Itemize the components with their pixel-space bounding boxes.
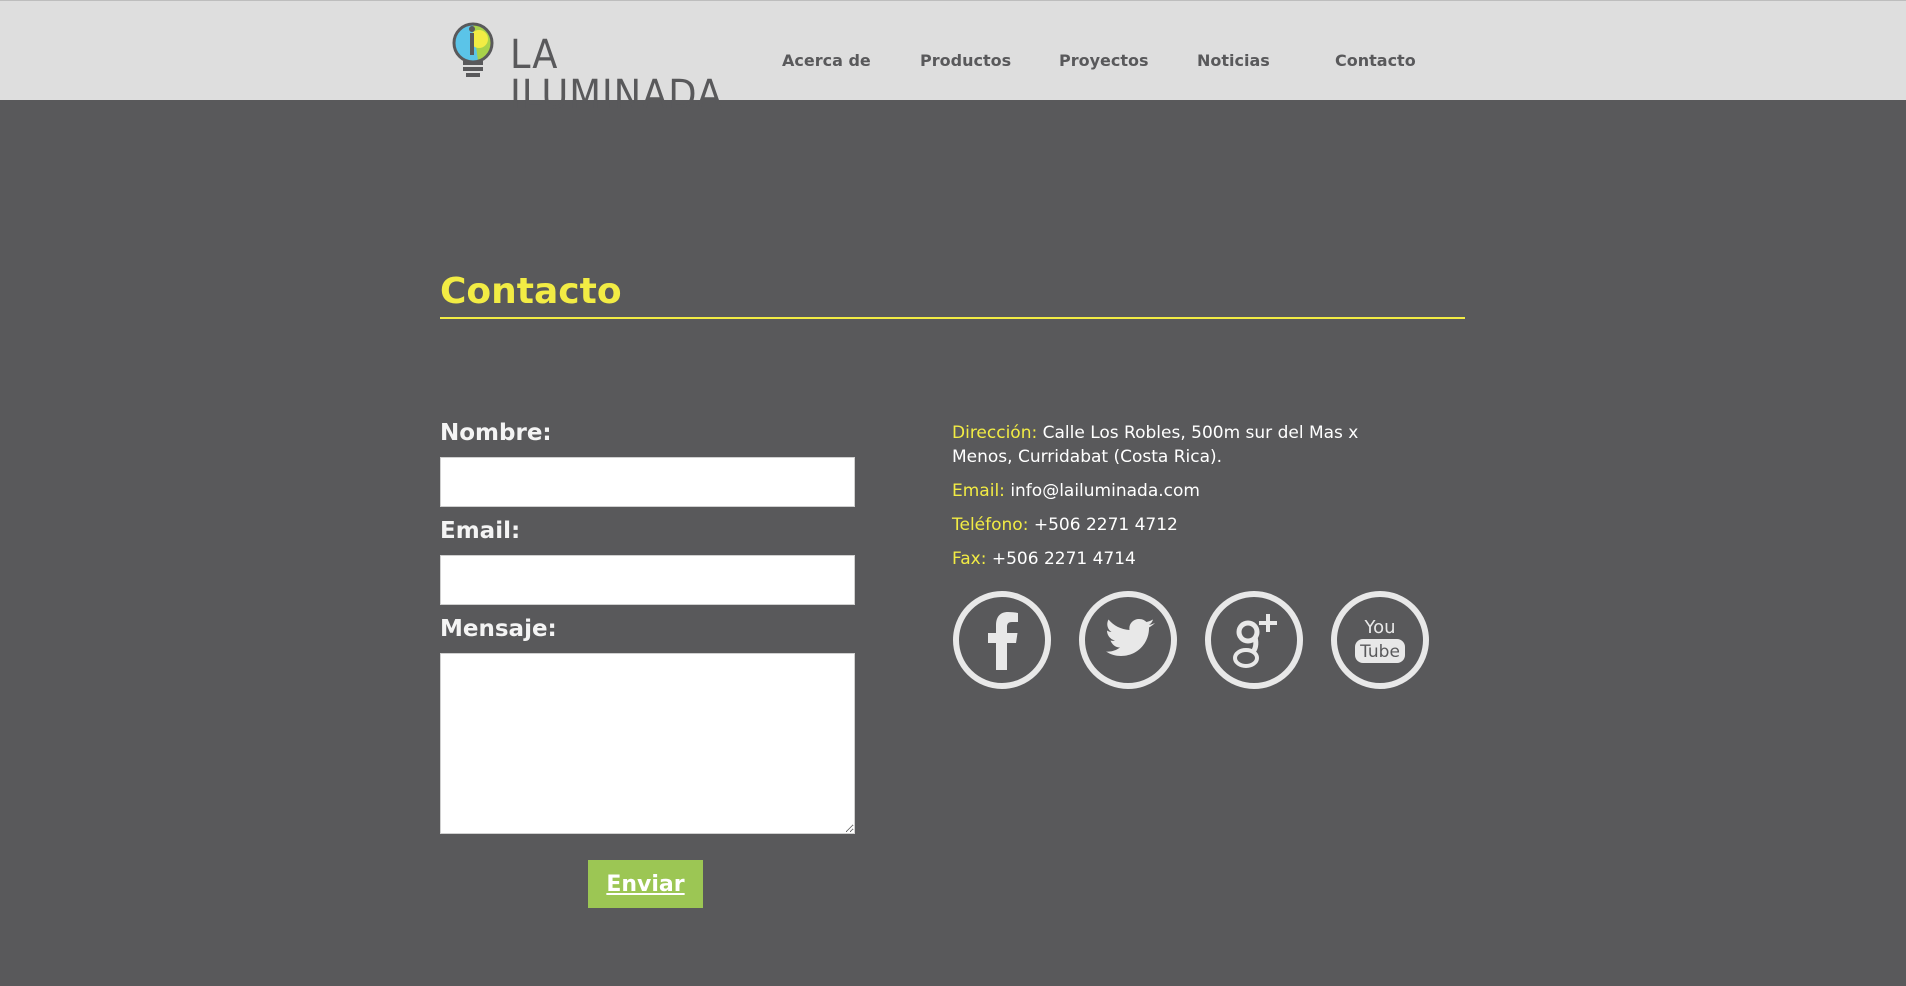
- address-info: Dirección: Calle Los Robles, 500m sur de…: [952, 421, 1422, 469]
- name-label: Nombre:: [440, 420, 552, 446]
- lightbulb-logo-icon: [452, 22, 494, 77]
- youtube-link[interactable]: You Tube: [1330, 590, 1430, 690]
- nav-item-noticias[interactable]: Noticias: [1197, 51, 1270, 70]
- address-label: Dirección:: [952, 423, 1038, 443]
- twitter-link[interactable]: [1078, 590, 1178, 690]
- site-logo[interactable]: LA ILUMINADA: [448, 19, 728, 115]
- message-textarea[interactable]: [440, 653, 855, 834]
- logo-wordmark: LA ILUMINADA: [510, 32, 723, 118]
- fax-label: Fax:: [952, 549, 987, 569]
- site-header: LA ILUMINADA Acerca de Productos Proyect…: [0, 0, 1906, 115]
- name-input[interactable]: [440, 457, 855, 507]
- youtube-text-top: You: [1363, 617, 1395, 638]
- email-input[interactable]: [440, 555, 855, 605]
- nav-item-contacto[interactable]: Contacto: [1335, 51, 1416, 70]
- title-divider: [440, 317, 1465, 319]
- google-plus-icon: [1205, 591, 1303, 689]
- email-info: Email: info@lailuminada.com: [952, 479, 1422, 503]
- nav-item-productos[interactable]: Productos: [920, 51, 1011, 70]
- email-info-value[interactable]: info@lailuminada.com: [1010, 481, 1200, 501]
- submit-button[interactable]: Enviar: [588, 860, 703, 908]
- twitter-icon: [1079, 591, 1177, 689]
- google-plus-link[interactable]: [1204, 590, 1304, 690]
- nav-item-acerca-de[interactable]: Acerca de: [782, 51, 871, 70]
- youtube-icon: You Tube: [1331, 591, 1429, 689]
- email-label: Email:: [440, 518, 521, 544]
- facebook-icon: [953, 591, 1051, 689]
- nav-item-proyectos[interactable]: Proyectos: [1059, 51, 1149, 70]
- fax-info: Fax: +506 2271 4714: [952, 547, 1422, 571]
- message-label: Mensaje:: [440, 616, 557, 642]
- email-info-label: Email:: [952, 481, 1005, 501]
- page-title: Contacto: [440, 271, 622, 312]
- fax-value: +506 2271 4714: [991, 549, 1136, 569]
- phone-info: Teléfono: +506 2271 4712: [952, 513, 1422, 537]
- youtube-text-bottom: Tube: [1359, 642, 1400, 662]
- facebook-link[interactable]: [952, 590, 1052, 690]
- phone-value: +506 2271 4712: [1033, 515, 1178, 535]
- phone-label: Teléfono:: [952, 515, 1029, 535]
